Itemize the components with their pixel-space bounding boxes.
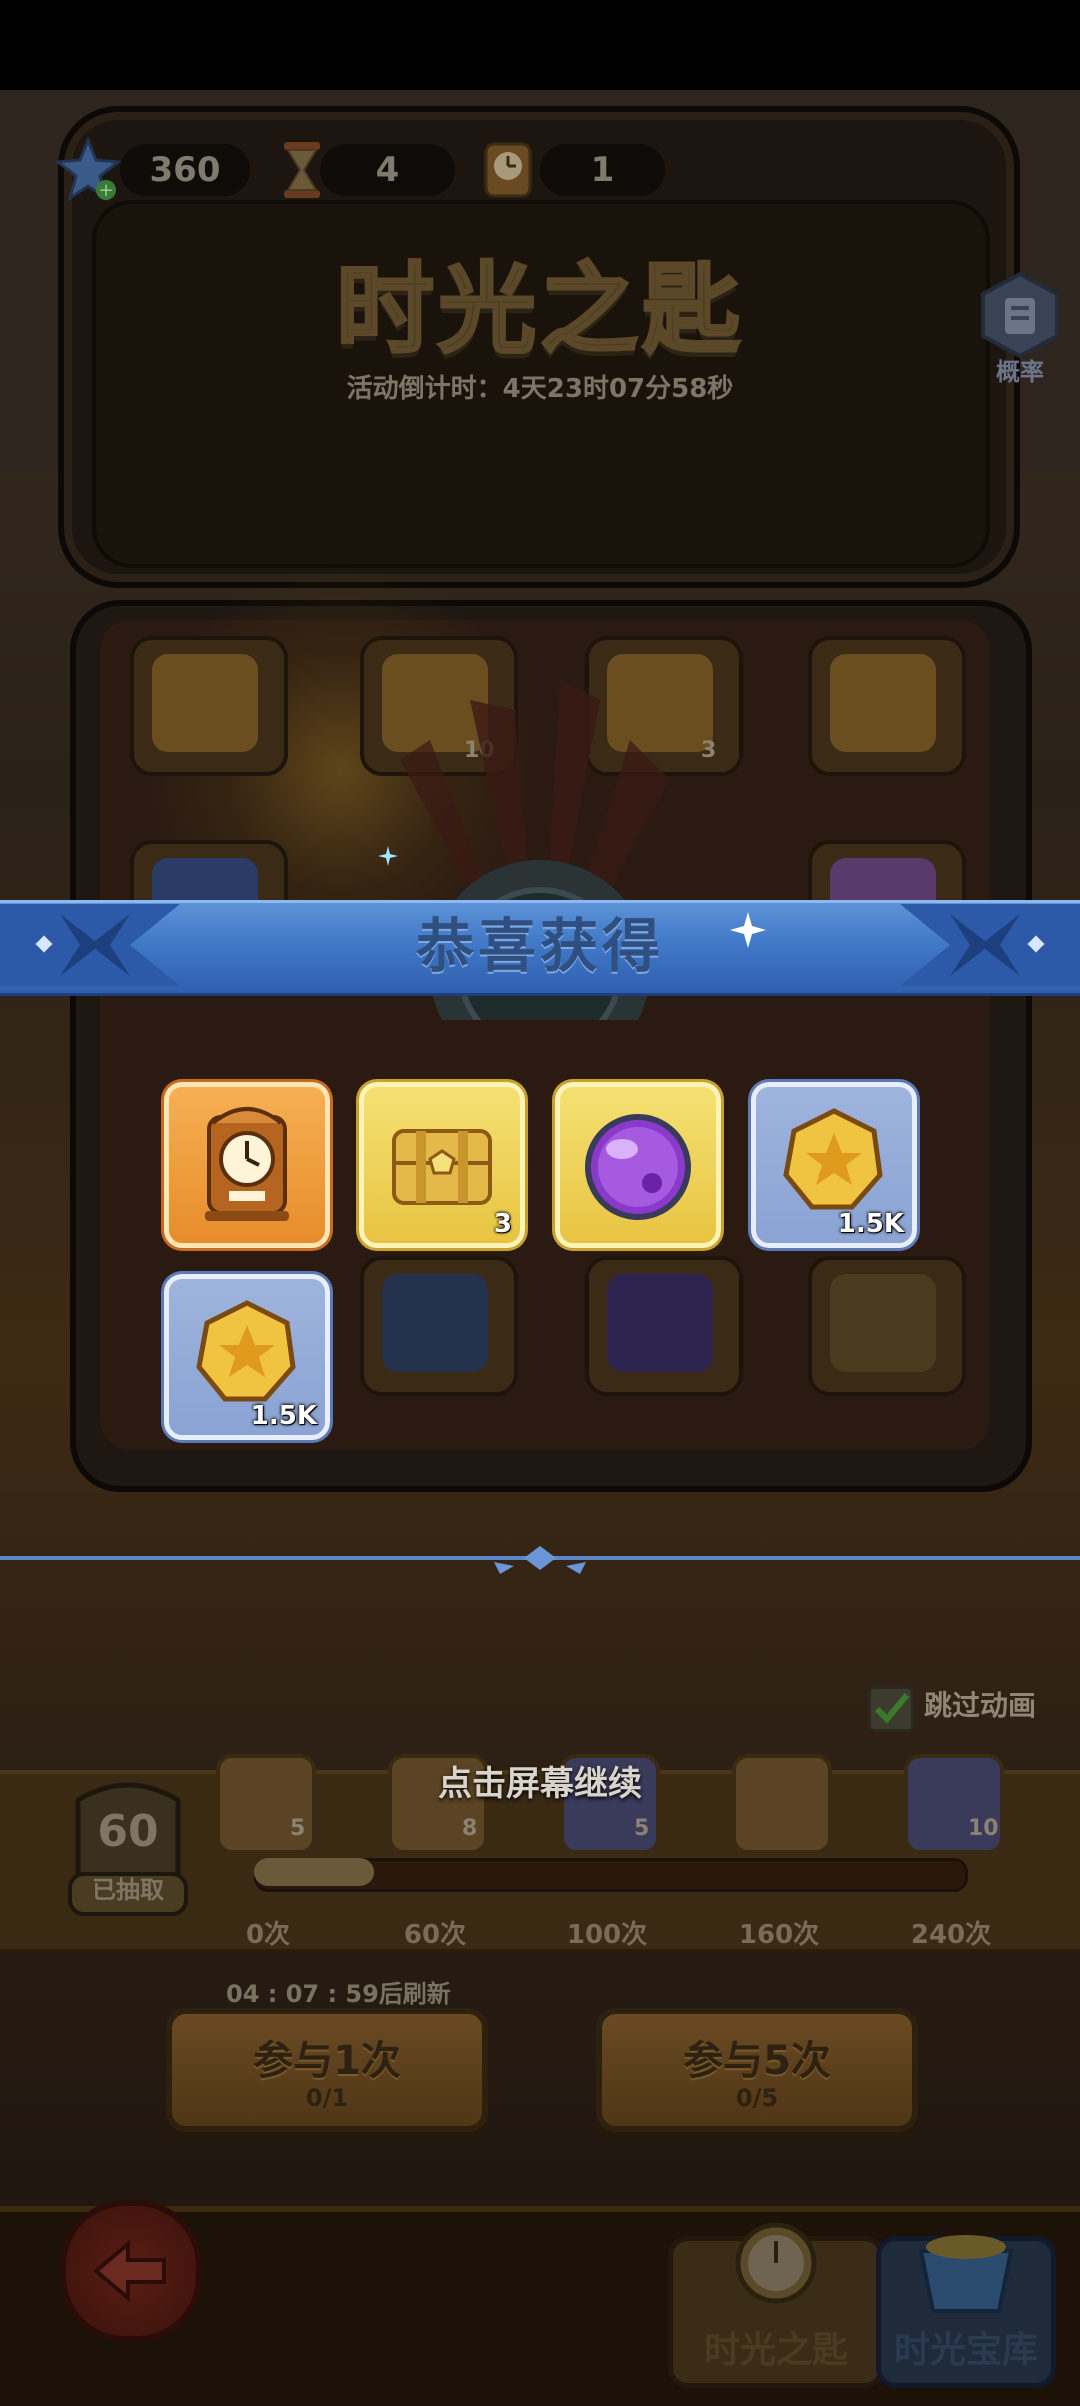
reward-card[interactable] xyxy=(164,1082,330,1248)
reward-card[interactable]: 3 xyxy=(359,1082,525,1248)
board-slot xyxy=(808,636,966,776)
refresh-timer: 04 : 07 : 59后刷新 xyxy=(226,1980,451,2008)
probability-label: 概率 xyxy=(996,358,1044,386)
star-gem-icon: + xyxy=(54,135,122,202)
reward-qty: 1.5K xyxy=(250,1401,317,1431)
divider-ornament xyxy=(494,1546,586,1574)
board-slot xyxy=(360,1256,518,1396)
back-button[interactable] xyxy=(60,2200,202,2342)
draw-five-cost: 0/5 xyxy=(735,2084,779,2112)
resource-value-gems: 360 xyxy=(149,150,221,190)
milestone-label: 240次 xyxy=(910,1920,992,1950)
draw-once-label: 参与1次 xyxy=(253,2038,401,2084)
resource-pill-hourglass: 4 xyxy=(320,144,455,196)
draw-count: 60 xyxy=(97,1806,159,1857)
skip-animation-label[interactable]: 跳过动画 xyxy=(924,1684,1036,1724)
milestone-qty: 5 xyxy=(634,1816,650,1841)
milestone-label: 0次 xyxy=(245,1920,291,1950)
page-title: 时光之匙 xyxy=(334,252,744,369)
resource-value-hourglass: 4 xyxy=(375,150,400,190)
resource-pill-clock: 1 xyxy=(540,144,665,196)
milestone-qty: 10 xyxy=(968,1816,999,1841)
reward-qty: 3 xyxy=(493,1209,512,1239)
resource-pill-gems: 360 xyxy=(120,144,250,196)
event-countdown: 活动倒计时：4天23时07分58秒 xyxy=(346,374,734,404)
reward-card[interactable] xyxy=(555,1082,721,1248)
draw-five-button[interactable]: 参与5次 0/5 xyxy=(596,2008,918,2132)
sparkle-icon xyxy=(378,846,398,866)
reward-card[interactable]: 1.5K xyxy=(164,1274,330,1440)
banner-title: 恭喜获得 xyxy=(415,912,664,980)
milestone-qty: 5 xyxy=(290,1816,306,1841)
progress-fill xyxy=(254,1858,374,1886)
draw-five-label: 参与5次 xyxy=(683,2038,831,2084)
milestone-label: 100次 xyxy=(566,1920,648,1950)
status-bar xyxy=(0,0,1080,90)
tab-time-vault-label: 时光宝库 xyxy=(893,2330,1038,2371)
skip-animation-checkbox[interactable] xyxy=(868,1686,914,1732)
svg-text:+: + xyxy=(98,180,113,201)
reward-qty: 1.5K xyxy=(837,1209,904,1239)
milestone-qty: 8 xyxy=(462,1816,478,1841)
tab-time-key-label: 时光之匙 xyxy=(703,2330,848,2371)
milestone-label: 160次 xyxy=(738,1920,820,1950)
resource-value-clock: 1 xyxy=(590,150,615,190)
check-icon xyxy=(874,1693,910,1724)
purple-orb-icon xyxy=(585,1114,691,1220)
draw-count-label: 已抽取 xyxy=(92,1876,164,1904)
tap-to-continue-hint[interactable]: 点击屏幕继续 xyxy=(0,1756,1080,1805)
board-slot xyxy=(585,1256,743,1396)
pocket-watch-icon xyxy=(735,2222,817,2304)
board-slot xyxy=(130,636,288,776)
treasure-basket-icon xyxy=(918,2235,1014,2313)
draw-once-button[interactable]: 参与1次 0/1 xyxy=(166,2008,488,2132)
clock-icon xyxy=(205,1107,289,1221)
tab-time-key[interactable]: 时光之匙 xyxy=(668,2222,884,2388)
tab-time-vault[interactable]: 时光宝库 xyxy=(876,2235,1056,2388)
draw-once-cost: 0/1 xyxy=(305,2084,349,2112)
hourglass-icon xyxy=(284,142,320,198)
reward-card[interactable]: 1.5K xyxy=(751,1082,917,1248)
clock-icon xyxy=(484,142,532,198)
milestone-label: 60次 xyxy=(403,1920,467,1950)
board-slot xyxy=(808,1256,966,1396)
back-arrow-icon xyxy=(92,2239,166,2303)
